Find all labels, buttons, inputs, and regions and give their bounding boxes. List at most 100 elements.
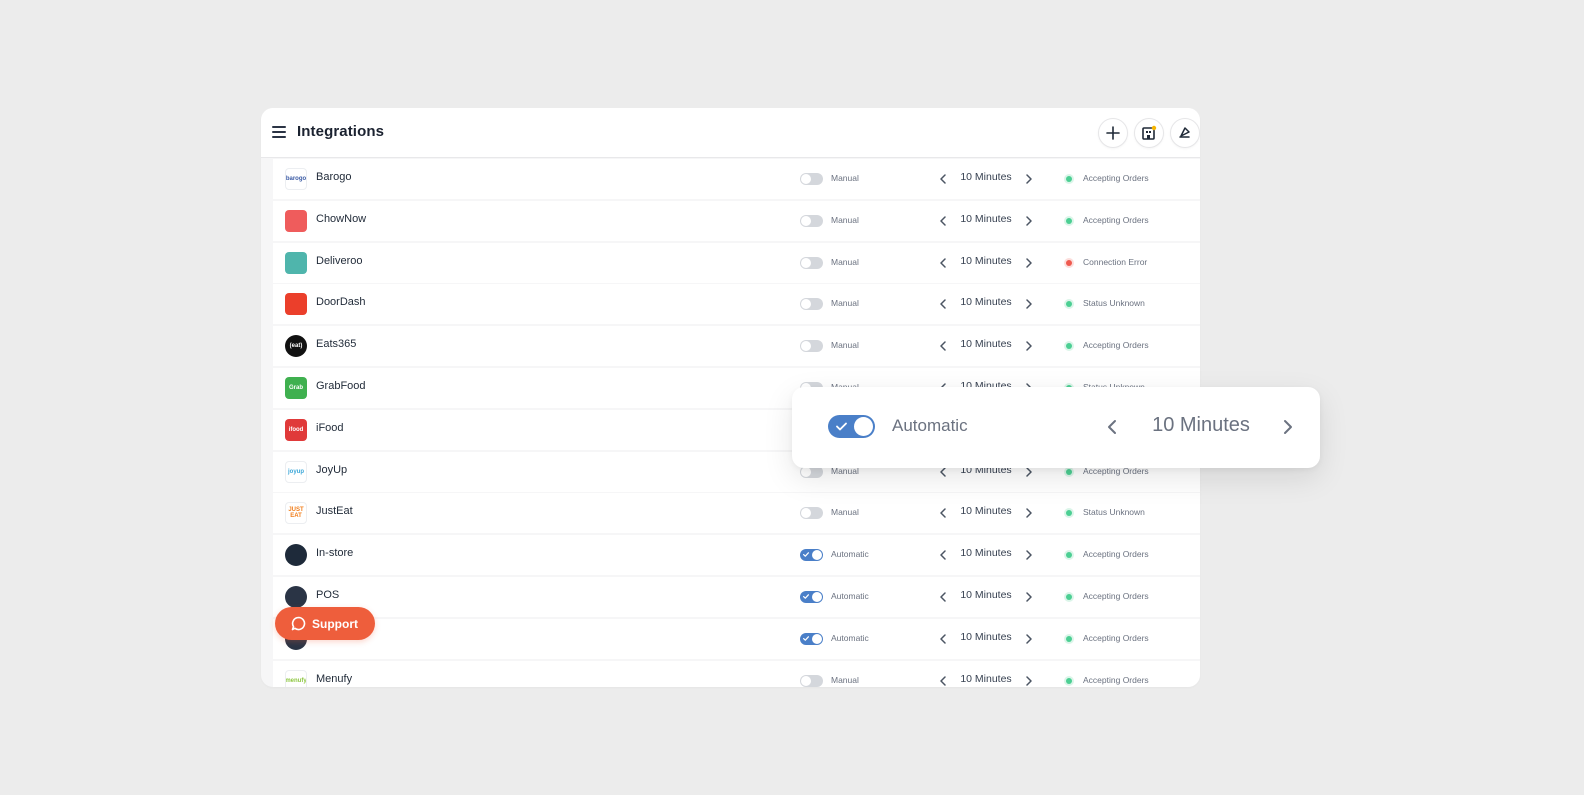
decrease-time-button[interactable] — [938, 256, 948, 270]
status-label: Accepting Orders — [1083, 674, 1149, 685]
integration-logo: (eat) — [285, 335, 307, 358]
chevron-right-icon — [1026, 550, 1032, 560]
decrease-time-button[interactable] — [938, 590, 948, 604]
logo-text: barogo — [285, 176, 307, 182]
integration-name: DoorDash — [316, 296, 366, 309]
integration-row: (eat) Eats365 Manual 10 Minutes Accepting Or… — [273, 326, 1200, 367]
integration-name: POS — [316, 588, 340, 601]
logo-text: Grab — [288, 384, 303, 391]
mode-label: Manual — [831, 256, 859, 267]
chevron-left-icon — [940, 341, 946, 351]
prep-time-value: 10 Minutes — [960, 296, 1012, 309]
prep-time-value: 10 Minutes — [960, 338, 1012, 351]
status-indicator — [1064, 508, 1074, 519]
auto-accept-toggle[interactable] — [800, 173, 823, 185]
status-indicator — [1064, 341, 1074, 352]
increase-time-button[interactable] — [1024, 256, 1034, 270]
chevron-right-icon — [1026, 216, 1032, 226]
status-indicator — [1064, 550, 1074, 561]
decrease-time-button[interactable] — [938, 339, 948, 353]
prep-time-value: 10 Minutes — [960, 672, 1012, 685]
integration-name: iFood — [316, 421, 344, 434]
auto-accept-toggle[interactable] — [800, 256, 823, 269]
toggle-knob — [801, 215, 811, 226]
integration-row: DoorDash Manual 10 Minutes Status Unknown — [273, 284, 1200, 325]
auto-accept-toggle[interactable] — [800, 590, 823, 603]
hamburger-menu-icon[interactable] — [272, 126, 286, 138]
popup-auto-toggle[interactable] — [828, 415, 875, 438]
integration-row: Automatic 10 Minutes Accepting Orders — [273, 618, 1200, 659]
increase-time-button[interactable] — [1024, 674, 1034, 687]
auto-accept-toggle[interactable] — [800, 214, 823, 227]
chevron-right-icon — [1026, 299, 1032, 310]
toggle-knob — [801, 174, 811, 184]
toggle-knob — [801, 508, 811, 519]
logo-text: ifood — [288, 426, 304, 433]
decrease-time-button[interactable] — [938, 172, 948, 186]
integration-row: Deliveroo Manual 10 Minutes Connection Erro… — [273, 242, 1200, 283]
check-icon — [836, 422, 847, 431]
toggle-knob — [812, 633, 822, 644]
toggle-knob — [801, 341, 811, 352]
popup-decrease-button[interactable] — [1103, 415, 1121, 439]
integration-name: JustEat — [316, 505, 353, 518]
auto-accept-toggle[interactable] — [800, 340, 823, 353]
status-label: Status Unknown — [1083, 298, 1145, 309]
toggle-knob — [801, 299, 811, 310]
decrease-time-button[interactable] — [938, 632, 948, 646]
decrease-time-button[interactable] — [938, 548, 948, 562]
chevron-left-icon — [940, 174, 946, 184]
increase-time-button[interactable] — [1024, 297, 1034, 311]
decrease-time-button[interactable] — [938, 506, 948, 520]
prep-time-value: 10 Minutes — [960, 171, 1012, 183]
popup-increase-button[interactable] — [1279, 415, 1297, 439]
auto-accept-toggle[interactable] — [800, 549, 823, 562]
status-indicator — [1064, 257, 1074, 268]
integration-row: POS Automatic 10 Minutes Accepting Orders — [273, 576, 1200, 617]
toggle-knob — [801, 466, 811, 477]
auto-accept-toggle[interactable] — [800, 298, 823, 311]
add-button[interactable] — [1098, 118, 1128, 148]
prep-time-value: 10 Minutes — [960, 630, 1012, 643]
chevron-left-icon — [940, 550, 946, 560]
decrease-time-button[interactable] — [938, 674, 948, 687]
integration-logo — [285, 544, 307, 567]
chevron-left-icon — [940, 299, 946, 310]
increase-time-button[interactable] — [1024, 548, 1034, 562]
chevron-right-icon — [1026, 634, 1032, 644]
logo-text: (eat) — [289, 343, 303, 350]
integration-logo — [285, 251, 307, 274]
decrease-time-button[interactable] — [938, 297, 948, 311]
logo-text: JUST EAT — [288, 507, 304, 520]
increase-time-button[interactable] — [1024, 590, 1034, 604]
increase-time-button[interactable] — [1024, 632, 1034, 646]
increase-time-button[interactable] — [1024, 172, 1034, 186]
chevron-right-icon — [1284, 420, 1292, 434]
prep-time-value: 10 Minutes — [960, 212, 1012, 225]
integration-name: In-store — [316, 547, 354, 560]
increase-time-button[interactable] — [1024, 339, 1034, 353]
auto-accept-toggle[interactable] — [800, 632, 823, 645]
integration-name: Barogo — [316, 171, 352, 183]
increase-time-button[interactable] — [1024, 214, 1034, 228]
notifications-button[interactable] — [1170, 118, 1200, 148]
status-indicator — [1064, 675, 1074, 686]
support-button[interactable]: Support — [275, 607, 375, 640]
status-label: Accepting Orders — [1083, 173, 1149, 183]
integration-logo — [285, 209, 307, 232]
prep-time-value: 10 Minutes — [960, 254, 1012, 267]
mode-label: Automatic — [831, 632, 869, 643]
increase-time-button[interactable] — [1024, 506, 1034, 520]
integration-logo — [285, 293, 307, 316]
logo-text: menufy — [285, 677, 307, 684]
mode-label: Manual — [831, 214, 859, 225]
prep-time-value: 10 Minutes — [960, 588, 1012, 601]
integration-row: In-store Automatic 10 Minutes Accepting Ord… — [273, 535, 1200, 576]
toggle-knob — [812, 550, 822, 561]
decrease-time-button[interactable] — [938, 214, 948, 228]
integration-name: JoyUp — [316, 463, 348, 476]
store-button[interactable] — [1134, 118, 1164, 148]
chevron-right-icon — [1026, 592, 1032, 602]
auto-accept-toggle[interactable] — [800, 674, 823, 687]
auto-accept-toggle[interactable] — [800, 507, 823, 520]
